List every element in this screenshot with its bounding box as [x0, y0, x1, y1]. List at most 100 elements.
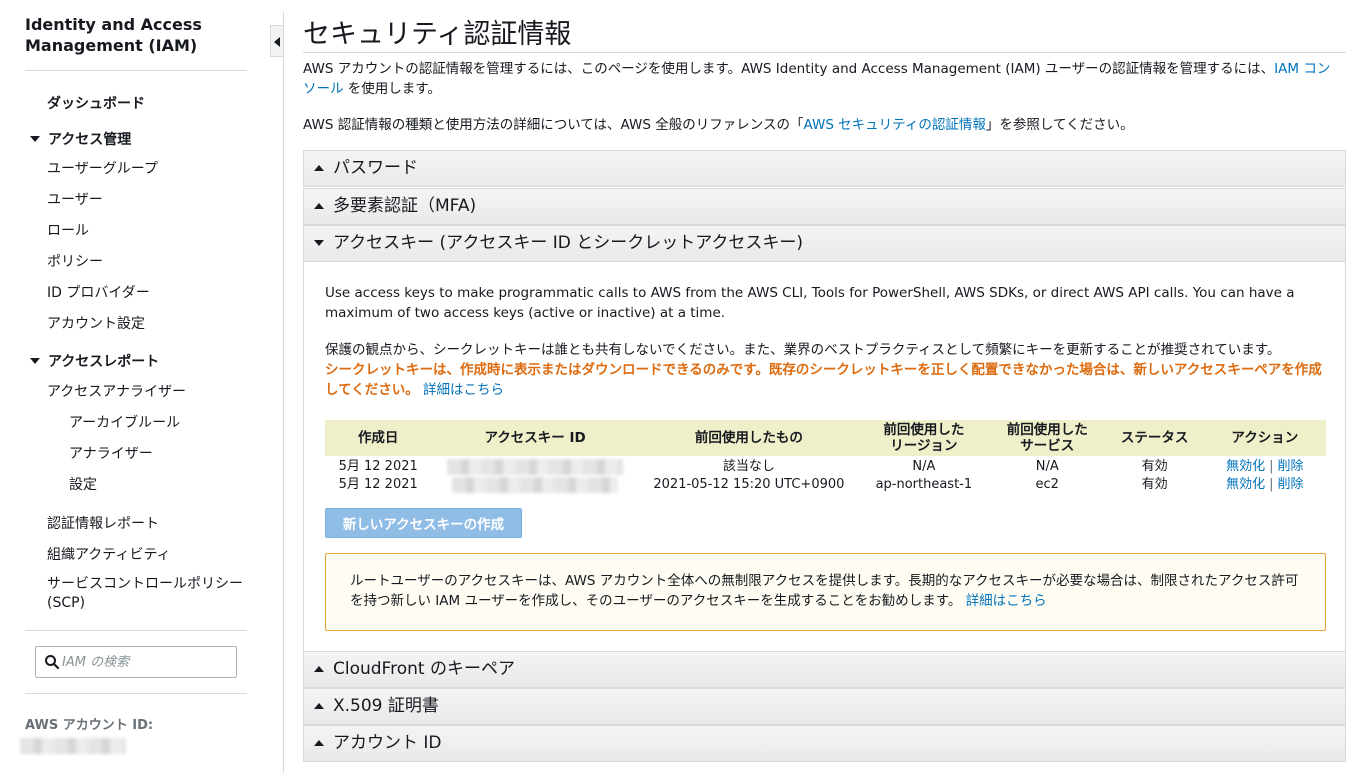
sidebar: Identity and Access Management (IAM) ダッシ…	[0, 0, 270, 773]
section-password[interactable]: パスワード	[303, 150, 1346, 187]
collapse-sidebar-button[interactable]	[270, 25, 284, 57]
column-created[interactable]: 作成日	[325, 420, 432, 456]
sidebar-item-credential-report[interactable]: 認証情報レポート	[47, 513, 159, 533]
deactivate-key-link[interactable]: 無効化	[1226, 459, 1265, 474]
section-mfa[interactable]: 多要素認証（MFA)	[303, 188, 1346, 225]
create-access-key-button[interactable]: 新しいアクセスキーの作成	[325, 508, 522, 538]
redacted-account-id	[20, 738, 126, 754]
access-keys-table: 作成日 アクセスキー ID 前回使用したもの 前回使用した リージョン 前回使用し…	[325, 420, 1326, 494]
intro-text: 」を参照してください。	[985, 117, 1134, 133]
intro-paragraph-1: AWS アカウントの認証情報を管理するには、このページを使用します。AWS Id…	[303, 59, 1343, 99]
search-icon	[45, 655, 60, 670]
root-access-key-notice: ルートユーザーのアクセスキーは、AWS アカウント全体への無制限アクセスを提供し…	[325, 553, 1326, 631]
column-actions: アクション	[1203, 420, 1326, 456]
action-separator: |	[1269, 477, 1274, 492]
cell-last-used: 2021-05-12 15:20 UTC+0900	[653, 477, 845, 492]
notice-text: ルートユーザーのアクセスキーは、AWS アカウント全体への無制限アクセスを提供し…	[350, 573, 1299, 609]
column-access-key-id[interactable]: アクセスキー ID	[431, 420, 639, 456]
sidebar-item-policies[interactable]: ポリシー	[47, 251, 103, 271]
sidebar-item-users[interactable]: ユーザー	[47, 189, 103, 209]
caret-up-icon	[314, 203, 324, 209]
cell-status: 有効	[1141, 459, 1168, 474]
caret-up-icon	[314, 703, 324, 709]
sidebar-item-roles[interactable]: ロール	[47, 220, 89, 240]
caret-down-icon	[314, 240, 324, 246]
cell-service: N/A	[1035, 459, 1059, 474]
section-title: パスワード	[333, 158, 418, 178]
access-keys-security-note: 保護の観点から、シークレットキーは誰とも共有しないでください。また、業界のベスト…	[325, 340, 1330, 400]
column-label: 前回使用した	[883, 422, 965, 438]
sidebar-item-scp[interactable]: サービスコントロールポリシー (SCP)	[47, 575, 252, 613]
column-last-used-service[interactable]: 前回使用した サービス	[988, 420, 1106, 456]
column-label: 前回使用した	[1006, 422, 1088, 438]
deactivate-key-link[interactable]: 無効化	[1226, 477, 1265, 492]
search-input[interactable]	[62, 651, 232, 673]
table-header-row: 作成日 アクセスキー ID 前回使用したもの 前回使用した リージョン 前回使用し…	[325, 420, 1326, 456]
title-divider	[303, 52, 1346, 53]
sidebar-search[interactable]	[35, 646, 237, 678]
page-title: セキュリティ認証情報	[303, 19, 572, 50]
caret-up-icon	[314, 165, 324, 171]
sidebar-item-archive-rules[interactable]: アーカイブルール	[69, 412, 180, 432]
sidebar-item-analyzers[interactable]: アナライザー	[69, 443, 153, 463]
access-keys-description: Use access keys to make programmatic cal…	[325, 285, 1295, 321]
chevron-left-icon	[274, 37, 280, 47]
sidebar-group-label: アクセス管理	[48, 132, 132, 148]
intro-text: を使用します。	[343, 81, 441, 97]
cell-actions: 無効化 | 削除	[1204, 476, 1326, 494]
column-last-used-region[interactable]: 前回使用した リージョン	[858, 420, 989, 456]
app-title[interactable]: Identity and Access Management (IAM)	[25, 14, 245, 56]
delete-key-link[interactable]: 削除	[1278, 477, 1304, 492]
section-x509-certificates[interactable]: X.509 証明書	[303, 688, 1346, 725]
sidebar-group-label: アクセスレポート	[48, 354, 160, 370]
caret-down-icon	[30, 358, 40, 364]
sidebar-item-organization-activity[interactable]: 組織アクティビティ	[47, 544, 171, 564]
column-label: リージョン	[890, 438, 958, 454]
access-keys-panel: Use access keys to make programmatic cal…	[303, 262, 1346, 652]
cell-region: ap-northeast-1	[875, 477, 973, 492]
cell-access-key-id	[431, 456, 638, 476]
intro-text: AWS アカウントの認証情報を管理するには、このページを使用します。AWS Id…	[303, 61, 1275, 77]
caret-up-icon	[314, 666, 324, 672]
sidebar-item-account-settings[interactable]: アカウント設定	[47, 313, 145, 333]
column-label: サービス	[1020, 438, 1075, 454]
cell-last-used: 該当なし	[722, 459, 775, 474]
cell-service: ec2	[1035, 477, 1059, 492]
sidebar-item-user-groups[interactable]: ユーザーグループ	[47, 158, 158, 178]
section-access-keys[interactable]: アクセスキー (アクセスキー ID とシークレットアクセスキー)	[303, 225, 1346, 262]
section-title: 多要素認証（MFA)	[333, 196, 477, 216]
sidebar-group-access-reports[interactable]: アクセスレポート	[30, 351, 159, 371]
sidebar-divider	[25, 70, 247, 71]
section-cloudfront-key-pairs[interactable]: CloudFront のキーペア	[303, 651, 1346, 688]
column-last-used[interactable]: 前回使用したもの	[638, 420, 859, 456]
sidebar-item-identity-providers[interactable]: ID プロバイダー	[47, 282, 150, 302]
sidebar-separator	[283, 12, 284, 773]
caret-up-icon	[314, 740, 324, 746]
action-separator: |	[1269, 459, 1274, 474]
cell-created: 5月 12 2021	[338, 459, 418, 474]
table-row: 5月 12 2021 2021-05-12 15:20 UTC+0900 ap-…	[325, 476, 1326, 494]
cell-region: N/A	[912, 459, 936, 474]
section-account-id[interactable]: アカウント ID	[303, 725, 1346, 762]
delete-key-link[interactable]: 削除	[1278, 459, 1304, 474]
intro-text: AWS 認証情報の種類と使用方法の詳細については、AWS 全般のリファレンスの「	[303, 117, 804, 133]
sidebar-divider	[25, 630, 247, 631]
security-note-text: 保護の観点から、シークレットキーは誰とも共有しないでください。また、業界のベスト…	[325, 342, 1281, 358]
intro-paragraph-2: AWS 認証情報の種類と使用方法の詳細については、AWS 全般のリファレンスの「…	[303, 115, 1343, 135]
sidebar-item-dashboard[interactable]: ダッシュボード	[47, 93, 145, 113]
sidebar-item-analyzer-settings[interactable]: 設定	[69, 474, 97, 494]
notice-learn-more-link[interactable]: 詳細はこちら	[966, 593, 1047, 609]
column-status[interactable]: ステータス	[1105, 420, 1204, 456]
sidebar-divider	[25, 693, 247, 694]
sidebar-item-access-analyzer[interactable]: アクセスアナライザー	[47, 381, 186, 401]
learn-more-link[interactable]: 詳細はこちら	[423, 382, 504, 398]
cell-status: 有効	[1141, 477, 1168, 492]
section-title: アクセスキー (アクセスキー ID とシークレットアクセスキー)	[333, 233, 804, 253]
account-id-label: AWS アカウント ID:	[25, 718, 154, 733]
redacted-access-key-id	[447, 458, 624, 475]
sidebar-group-access-management[interactable]: アクセス管理	[30, 129, 131, 149]
cell-access-key-id	[431, 476, 638, 494]
section-title: アカウント ID	[333, 733, 442, 753]
cell-actions: 無効化 | 削除	[1204, 456, 1326, 476]
aws-security-credentials-link[interactable]: AWS セキュリティの認証情報	[803, 117, 985, 133]
